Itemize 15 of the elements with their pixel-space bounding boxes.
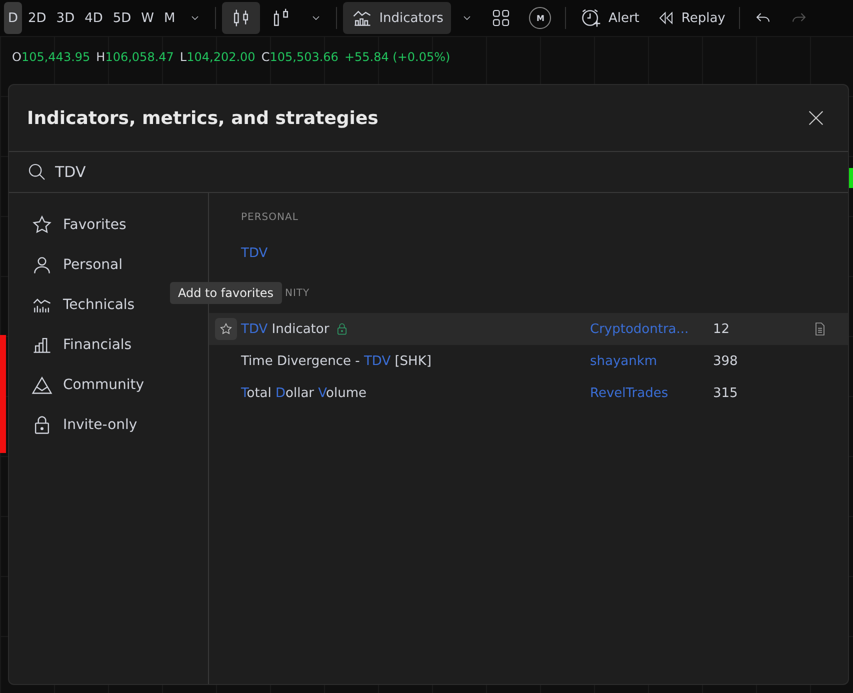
tooltip: Add to favorites <box>170 282 282 304</box>
script-name: Total Dollar Volume <box>241 386 366 400</box>
script-name: TDV <box>241 246 268 260</box>
price-value: C105,503.66 <box>261 50 338 64</box>
dialog-title: Indicators, metrics, and strategies <box>27 108 378 128</box>
price-value: H 106,058.47 <box>96 50 174 64</box>
price-value: L104,202.00 <box>180 50 256 64</box>
likes-count: 315 <box>713 386 739 400</box>
change-value: +55.84 (+0.05%) <box>344 50 450 64</box>
script-name: Time Divergence - TDV [SHK] <box>241 354 432 368</box>
likes-count: 398 <box>713 354 739 368</box>
script-name: TDV Indicator <box>241 322 330 336</box>
price-value: O105,443.95 <box>12 50 90 64</box>
likes-count: 12 <box>713 322 731 336</box>
section-heading: PERSONAL <box>240 211 300 225</box>
